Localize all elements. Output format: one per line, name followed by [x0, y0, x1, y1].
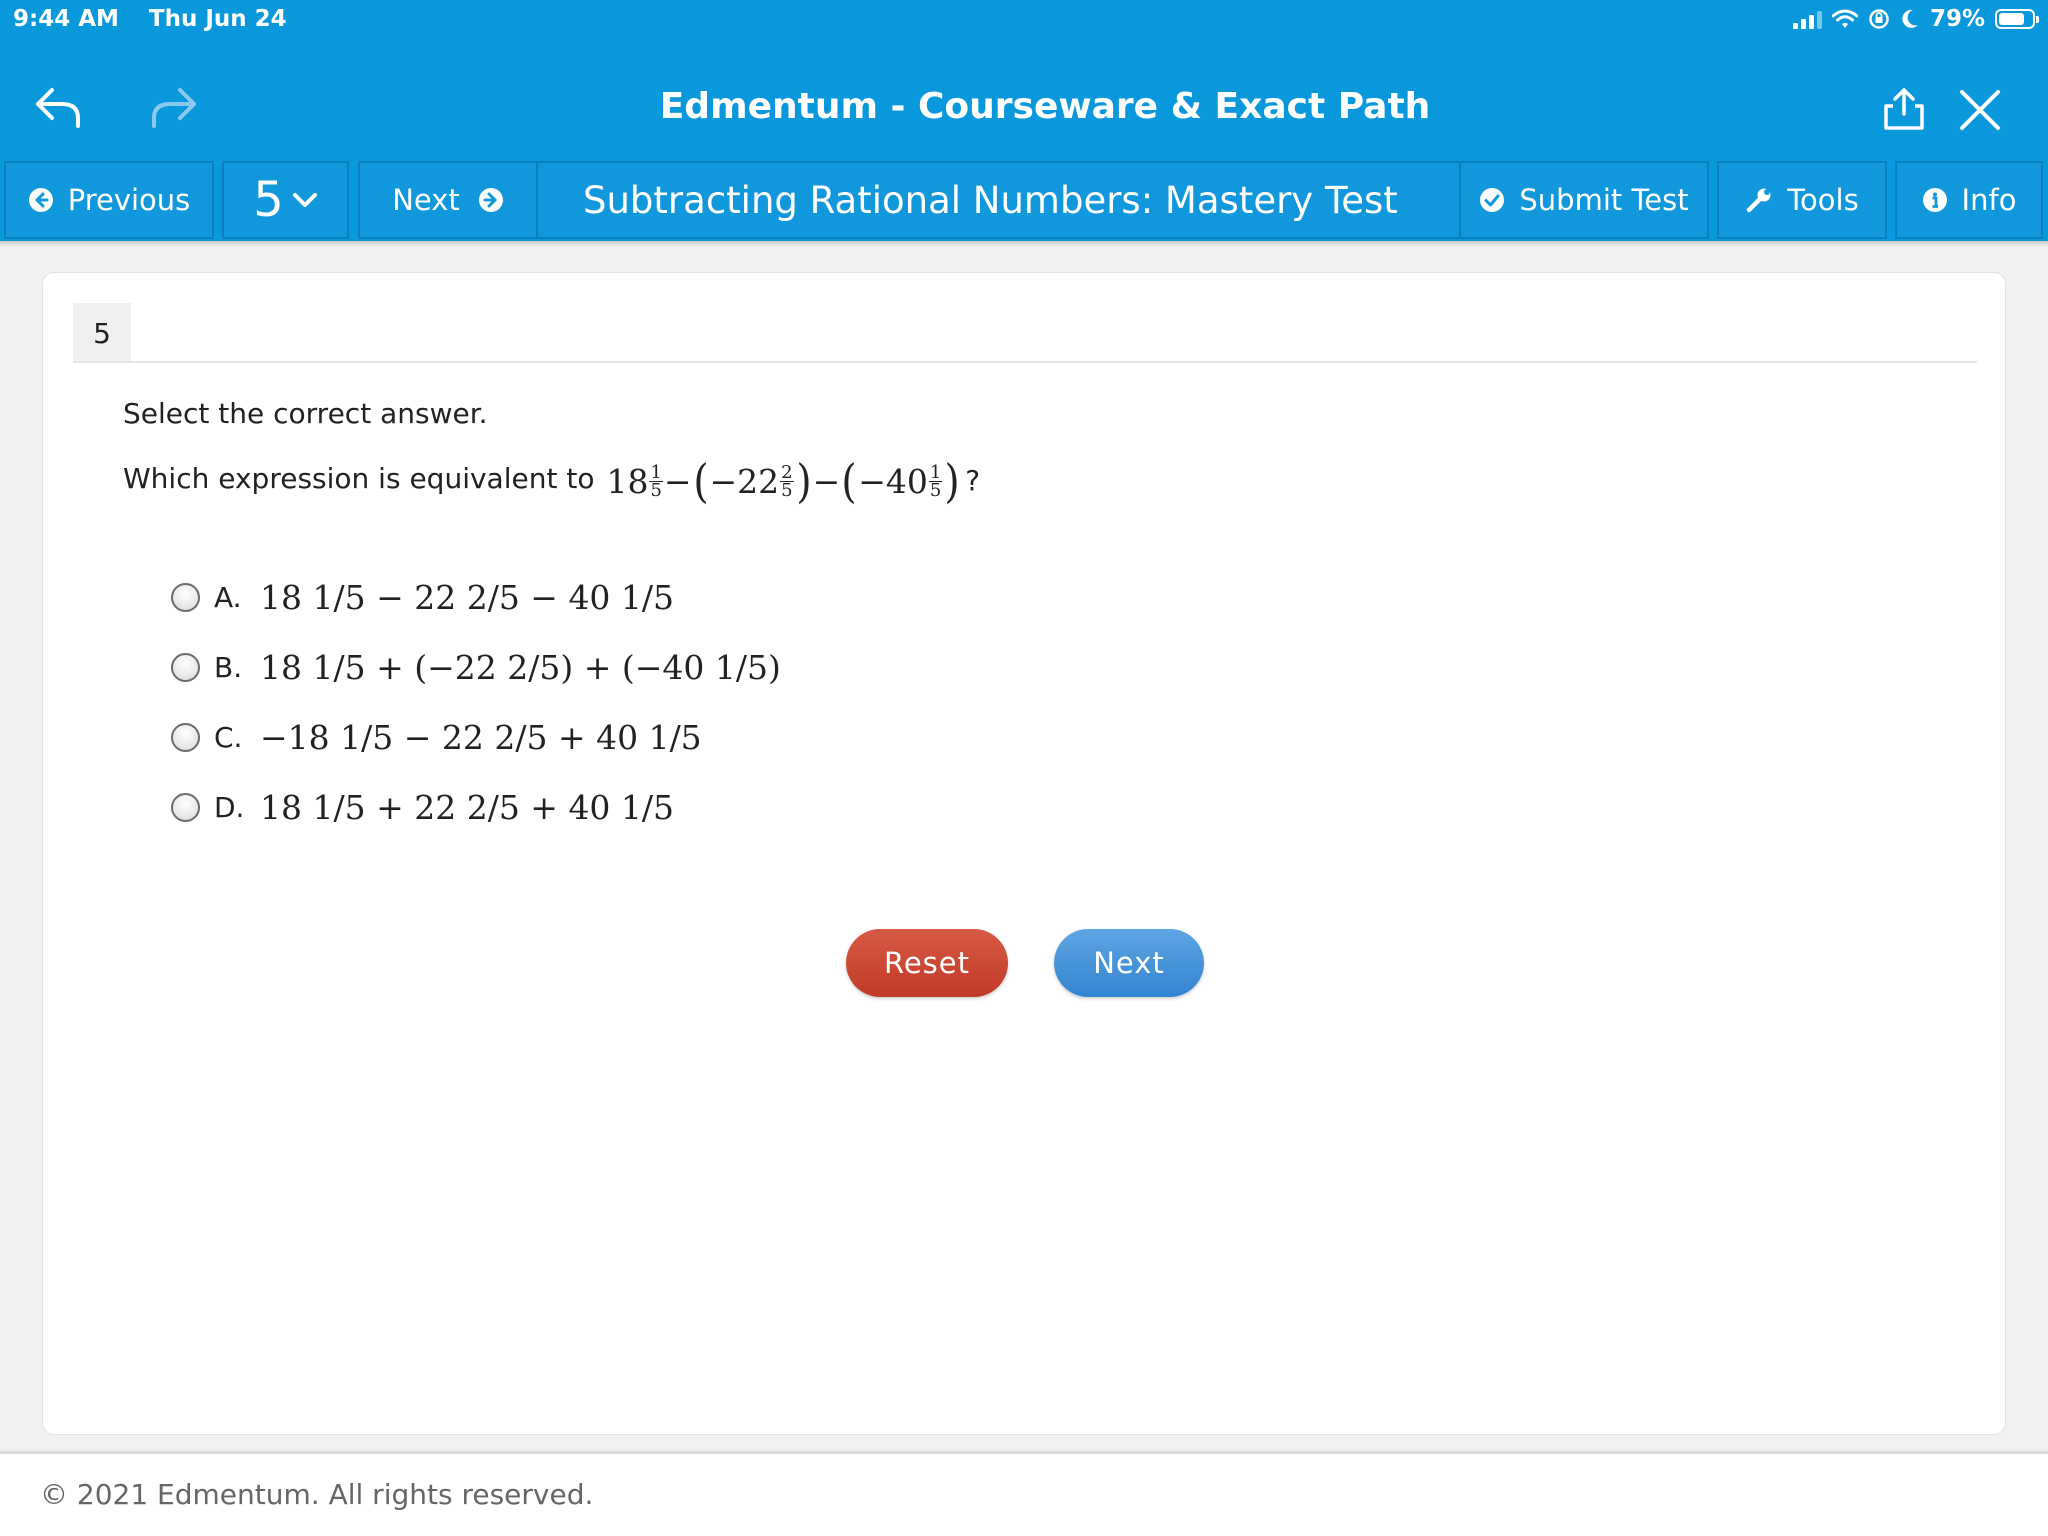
answer-option-c[interactable]: C. −18 1/5 − 22 2/5 + 40 1/5: [171, 718, 702, 757]
stem-expression: 18 15 − ( −22 25 ) − ( −40 15 ): [606, 454, 960, 508]
previous-label: Previous: [67, 183, 191, 217]
tools-label: Tools: [1787, 183, 1859, 217]
option-expression: 18 1/5 + 22 2/5 + 40 1/5: [260, 788, 675, 827]
chevron-down-icon: [292, 193, 317, 207]
divider: [73, 361, 1977, 363]
option-letter: C.: [214, 721, 243, 754]
radio-button-b[interactable]: [171, 653, 200, 682]
next-toolbar-button[interactable]: Next: [358, 161, 538, 239]
battery-icon: [1995, 9, 2039, 29]
answer-option-d[interactable]: D. 18 1/5 + 22 2/5 + 40 1/5: [171, 788, 674, 827]
answer-option-a[interactable]: A. 18 1/5 − 22 2/5 − 40 1/5: [171, 578, 674, 617]
battery-percent: 79%: [1929, 6, 1985, 32]
do-not-disturb-moon-icon: [1902, 9, 1918, 28]
arrow-left-circle-icon: [28, 188, 53, 212]
info-circle-icon: [1922, 188, 1947, 212]
toolbar-shadow: [0, 241, 2048, 247]
question-number-value: 5: [253, 172, 284, 228]
test-toolbar: Previous 5 Next Subtracting Rational Num…: [0, 159, 2048, 241]
arrow-right-circle-icon: [478, 188, 503, 212]
option-letter: D.: [214, 791, 245, 824]
radio-button-a[interactable]: [171, 583, 200, 612]
tools-button[interactable]: Tools: [1717, 161, 1887, 239]
submit-test-button[interactable]: Submit Test: [1459, 161, 1709, 239]
orientation-lock-icon: [1869, 9, 1889, 29]
app-bar: 9:44 AM Thu Jun 24 79% Edmentum - Course…: [0, 0, 2048, 161]
question-stem: Which expression is equivalent to 18 15 …: [123, 454, 981, 508]
option-expression: 18 1/5 − 22 2/5 − 40 1/5: [260, 578, 675, 617]
reset-button[interactable]: Reset: [846, 929, 1008, 997]
status-date: Thu Jun 24: [148, 6, 287, 32]
status-time: 9:44 AM: [13, 6, 119, 32]
status-bar: 9:44 AM Thu Jun 24 79%: [13, 6, 2039, 34]
info-label: Info: [1961, 183, 2017, 217]
submit-test-label: Submit Test: [1519, 183, 1689, 217]
cellular-signal-icon: [1792, 9, 1822, 29]
close-icon[interactable]: [1958, 88, 2002, 132]
next-toolbar-label: Next: [392, 183, 460, 217]
app-title: Edmentum - Courseware & Exact Path: [659, 86, 1431, 127]
question-card: 5 Select the correct answer. Which expre…: [42, 272, 2006, 1435]
copyright-text: © 2021 Edmentum. All rights reserved.: [40, 1478, 594, 1511]
share-icon[interactable]: [1881, 86, 1927, 132]
stem-question-mark: ?: [965, 464, 981, 497]
wifi-icon: [1831, 9, 1858, 28]
radio-button-c[interactable]: [171, 723, 200, 752]
checkmark-circle-icon: [1480, 188, 1505, 212]
question-number-badge: 5: [73, 303, 131, 363]
stem-text: Which expression is equivalent to: [123, 462, 595, 495]
option-letter: B.: [214, 651, 243, 684]
answer-option-b[interactable]: B. 18 1/5 + (−22 2/5) + (−40 1/5): [171, 648, 781, 687]
info-button[interactable]: Info: [1895, 161, 2043, 239]
question-number-dropdown[interactable]: 5: [222, 161, 349, 239]
option-expression: −18 1/5 − 22 2/5 + 40 1/5: [260, 718, 702, 757]
test-title: Subtracting Rational Numbers: Mastery Te…: [538, 161, 1459, 239]
previous-button[interactable]: Previous: [4, 161, 214, 239]
radio-button-d[interactable]: [171, 793, 200, 822]
next-button[interactable]: Next: [1054, 929, 1204, 997]
instruction-text: Select the correct answer.: [123, 397, 488, 430]
option-expression: 18 1/5 + (−22 2/5) + (−40 1/5): [260, 648, 781, 687]
footer: © 2021 Edmentum. All rights reserved.: [0, 1454, 2048, 1536]
option-letter: A.: [214, 581, 242, 614]
wrench-icon: [1747, 188, 1771, 213]
